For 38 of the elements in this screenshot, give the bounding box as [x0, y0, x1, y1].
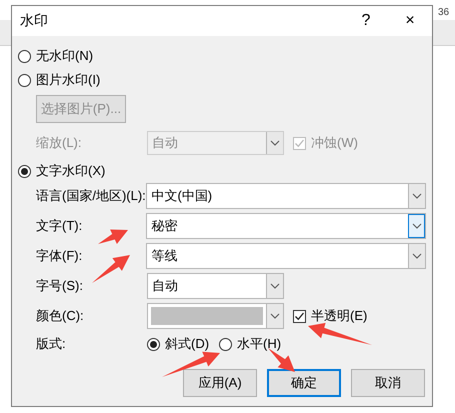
field-label: 版式:	[36, 335, 67, 353]
color-picker[interactable]	[147, 303, 284, 329]
dropdown-button[interactable]	[266, 132, 283, 154]
dropdown-button[interactable]	[408, 184, 425, 208]
dropdown-button[interactable]	[408, 214, 425, 238]
page-number: 36	[438, 7, 450, 18]
radio-button[interactable]: 无水印(N)	[18, 44, 426, 68]
radio-button[interactable]: 文字水印(X)	[18, 159, 106, 183]
field-label: 颜色(C):	[36, 307, 85, 325]
caret-icon	[412, 253, 422, 259]
field-label: 文字(T):	[36, 217, 84, 235]
annotation-arrow	[98, 230, 128, 244]
dialog-button[interactable]: 确定	[267, 369, 341, 397]
combo-box[interactable]: 自动	[147, 273, 284, 299]
caret-icon	[270, 283, 280, 289]
annotation-arrow	[308, 322, 372, 345]
window-title: 水印	[20, 12, 49, 30]
caret-icon	[412, 193, 422, 199]
annotation-arrow	[92, 255, 130, 283]
field-label: 字号(S):	[36, 277, 84, 295]
caret-icon	[412, 223, 422, 229]
annotation-arrow	[162, 352, 220, 377]
dropdown-button[interactable]	[266, 304, 283, 328]
checkbox[interactable]: 半透明(E)	[293, 307, 368, 325]
combo-box[interactable]: 等线	[146, 243, 426, 269]
caret-icon	[270, 140, 280, 146]
field-label: 字体(F):	[36, 247, 84, 265]
dialog-button[interactable]: 取消	[351, 369, 425, 397]
caret-icon	[270, 313, 280, 319]
combo-box[interactable]: 秘密	[146, 213, 426, 239]
dropdown-button[interactable]	[408, 244, 425, 268]
dropdown-button[interactable]	[266, 274, 283, 298]
field-label: 缩放(L):	[36, 134, 82, 152]
field-label: 语言(国家/地区)(L):	[36, 187, 146, 205]
help-button[interactable]: ?	[344, 6, 388, 36]
close-button[interactable]: ×	[388, 6, 432, 36]
dialog-button[interactable]: 应用(A)	[183, 369, 257, 397]
combo-box[interactable]: 中文(中国)	[146, 183, 426, 209]
